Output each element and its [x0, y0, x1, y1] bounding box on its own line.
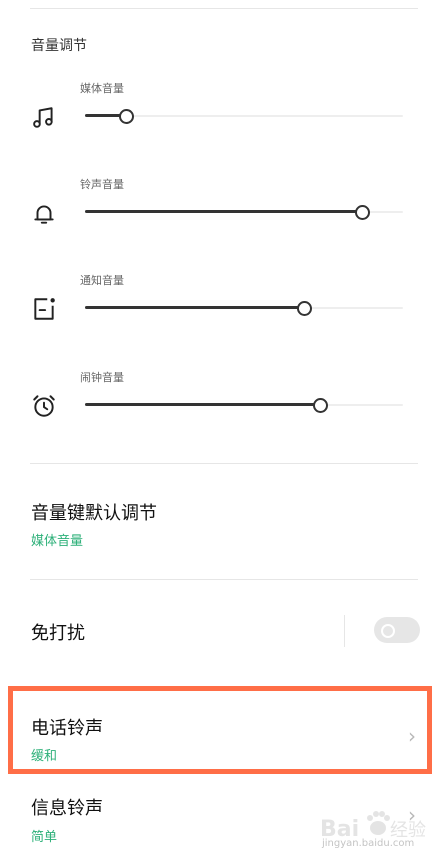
alarm-volume-row: 闹钟音量 — [0, 364, 446, 454]
toggle-separator — [344, 615, 345, 647]
bell-icon — [34, 205, 54, 224]
volume-key-default-title: 音量键默认调节 — [31, 503, 157, 524]
media-volume-slider[interactable] — [85, 106, 403, 126]
slider-thumb[interactable] — [313, 398, 329, 413]
section-divider — [30, 579, 418, 580]
do-not-disturb-title: 免打扰 — [31, 623, 85, 644]
watermark-text: jingyan.baidu.com — [322, 838, 415, 849]
notification-volume-label: 通知音量 — [80, 274, 124, 287]
ringtone-volume-label: 铃声音量 — [80, 178, 124, 191]
notification-icon — [34, 298, 55, 320]
phone-ringtone-title: 电话铃声 — [31, 718, 103, 739]
do-not-disturb-toggle[interactable] — [374, 617, 420, 643]
alarm-volume-label: 闹钟音量 — [80, 371, 124, 384]
message-ringtone-value: 简单 — [31, 830, 58, 845]
alarm-clock-icon — [33, 395, 55, 417]
slider-thumb[interactable] — [354, 205, 370, 220]
toggle-knob — [381, 624, 395, 638]
top-divider — [30, 8, 418, 9]
ringtone-volume-row: 铃声音量 — [0, 171, 446, 261]
notification-volume-slider[interactable] — [85, 298, 403, 318]
slider-thumb[interactable] — [119, 109, 135, 124]
phone-ringtone-value: 缓和 — [31, 749, 58, 764]
music-note-icon — [33, 107, 53, 128]
ringtone-volume-slider[interactable] — [85, 202, 403, 222]
alarm-volume-slider[interactable] — [85, 395, 403, 415]
baidu-paw-logo: Bai 经验 — [320, 811, 426, 842]
slider-fill — [85, 210, 362, 213]
chevron-right-icon: › — [408, 724, 416, 748]
media-volume-label: 媒体音量 — [80, 82, 124, 95]
volume-section-title: 音量调节 — [31, 38, 87, 54]
section-divider — [30, 463, 418, 464]
message-ringtone-title: 信息铃声 — [31, 798, 103, 819]
slider-fill — [85, 403, 321, 406]
slider-thumb[interactable] — [297, 301, 313, 316]
volume-key-default-value: 媒体音量 — [31, 534, 84, 549]
slider-fill — [85, 306, 305, 309]
notification-volume-row: 通知音量 — [0, 267, 446, 357]
media-volume-row: 媒体音量 — [0, 75, 446, 165]
